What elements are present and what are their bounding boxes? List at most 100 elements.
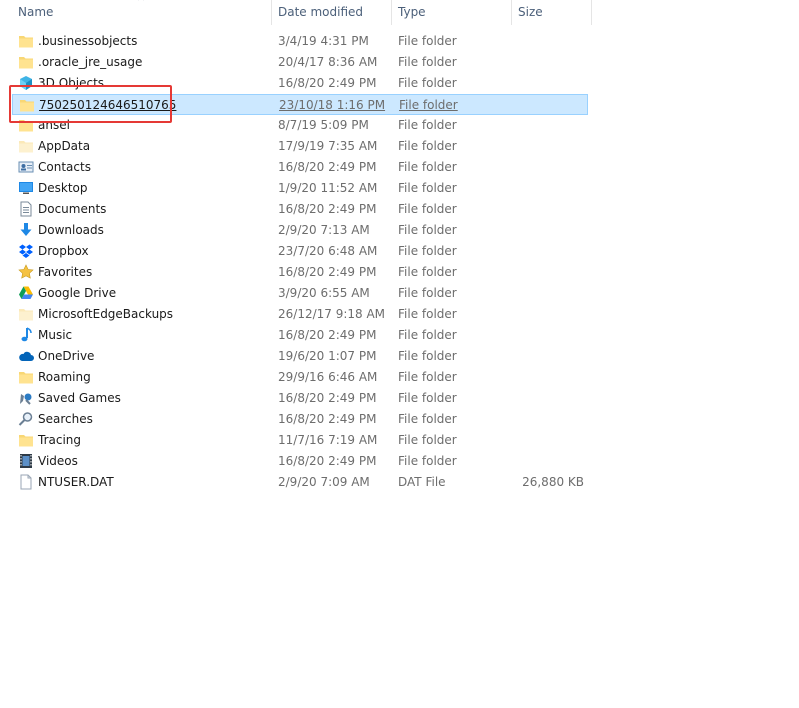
file-date-modified: 3/4/19 4:31 PM: [278, 34, 369, 48]
file-type: DAT File: [398, 475, 446, 489]
file-row[interactable]: Downloads 2/9/20 7:13 AM File folder: [12, 220, 588, 241]
sort-ascending-icon: [138, 0, 144, 1]
file-type: File folder: [398, 286, 457, 300]
file-name: Tracing: [38, 433, 82, 447]
file-name: Documents: [38, 202, 107, 216]
file-name: Contacts: [38, 160, 91, 174]
file-date-modified: 23/7/20 6:48 AM: [278, 244, 378, 258]
file-row[interactable]: Videos 16/8/20 2:49 PM File folder: [12, 451, 588, 472]
file-name: Videos: [38, 454, 78, 468]
column-header-date[interactable]: Date modified: [272, 0, 392, 25]
file-date-modified: 16/8/20 2:49 PM: [278, 76, 377, 90]
onedrive-icon: [19, 351, 34, 361]
file-date-modified: 1/9/20 11:52 AM: [278, 181, 378, 195]
file-name: Desktop: [38, 181, 88, 195]
file-type: File folder: [398, 265, 457, 279]
file-row[interactable]: Favorites 16/8/20 2:49 PM File folder: [12, 262, 588, 283]
dropbox-icon: [19, 244, 33, 258]
folder-hidden-icon: [19, 141, 33, 153]
file-date-modified: 16/8/20 2:49 PM: [278, 454, 377, 468]
file-row[interactable]: Contacts 16/8/20 2:49 PM File folder: [12, 157, 588, 178]
file-type: File folder: [398, 202, 457, 216]
file-date-modified: 2/9/20 7:13 AM: [278, 223, 370, 237]
file-type: File folder: [398, 160, 457, 174]
file-row[interactable]: Google Drive 3/9/20 6:55 AM File folder: [12, 283, 588, 304]
file-date-modified: 19/6/20 1:07 PM: [278, 349, 377, 363]
column-size-label: Size: [518, 5, 543, 19]
file-date-modified: 16/8/20 2:49 PM: [278, 265, 377, 279]
contacts-icon: [18, 161, 34, 173]
file-type: File folder: [398, 307, 457, 321]
music-icon: [21, 327, 32, 342]
column-header-size[interactable]: Size: [512, 0, 592, 25]
file-type: File folder: [398, 433, 457, 447]
file-type: File folder: [398, 349, 457, 363]
file-row[interactable]: .businessobjects 3/4/19 4:31 PM File folde…: [12, 31, 588, 52]
file-date-modified: 16/8/20 2:49 PM: [278, 160, 377, 174]
file-type: File folder: [398, 370, 457, 384]
file-name: Roaming: [38, 370, 91, 384]
file-type: File folder: [398, 328, 457, 342]
file-date-modified: 16/8/20 2:49 PM: [278, 202, 377, 216]
folder-hidden-icon: [19, 309, 33, 321]
file-date-modified: 16/8/20 2:49 PM: [278, 328, 377, 342]
file-date-modified: 16/8/20 2:49 PM: [278, 412, 377, 426]
file-row[interactable]: Saved Games 16/8/20 2:49 PM File folder: [12, 388, 588, 409]
favorites-icon: [18, 264, 34, 279]
file-date-modified: 23/10/18 1:16 PM: [279, 98, 386, 112]
file-date-modified: 11/7/16 7:19 AM: [278, 433, 378, 447]
folder-icon: [19, 435, 33, 447]
file-row[interactable]: Searches 16/8/20 2:49 PM File folder: [12, 409, 588, 430]
downloads-icon: [20, 223, 32, 236]
file-row[interactable]: .oracle_jre_usage 20/4/17 8:36 AM File fol…: [12, 52, 588, 73]
file-date-modified: 20/4/17 8:36 AM: [278, 55, 378, 69]
file-name: Downloads: [38, 223, 104, 237]
file-type: File folder: [398, 412, 457, 426]
file-row[interactable]: Desktop 1/9/20 11:52 AM File folder: [12, 178, 588, 199]
file-type: File folder: [398, 55, 457, 69]
file-row[interactable]: MicrosoftEdgeBackups 26/12/17 9:18 AM File…: [12, 304, 588, 325]
file-name: Music: [38, 328, 73, 342]
file-type: File folder: [398, 454, 457, 468]
column-header-name[interactable]: Name: [12, 0, 272, 25]
file-name: Dropbox: [38, 244, 89, 258]
folder-icon: [19, 36, 33, 48]
file-type: File folder: [398, 391, 457, 405]
file-row[interactable]: OneDrive 19/6/20 1:07 PM File folder: [12, 346, 588, 367]
file-row[interactable]: Documents 16/8/20 2:49 PM File folder: [12, 199, 588, 220]
file-icon: [20, 474, 32, 490]
file-size: 26,880 KB: [522, 475, 584, 489]
desktop-icon: [19, 182, 33, 194]
file-row[interactable]: Dropbox 23/7/20 6:48 AM File folder: [12, 241, 588, 262]
file-name: Google Drive: [38, 286, 117, 300]
google-drive-icon: [19, 286, 33, 299]
file-row[interactable]: Music 16/8/20 2:49 PM File folder: [12, 325, 588, 346]
file-type: File folder: [398, 181, 457, 195]
videos-icon: [20, 454, 32, 468]
file-name: OneDrive: [38, 349, 95, 363]
searches-icon: [18, 412, 33, 426]
file-type: File folder: [398, 139, 457, 153]
folder-icon: [19, 372, 33, 384]
saved-games-icon: [20, 393, 32, 405]
column-header-type[interactable]: Type: [392, 0, 512, 25]
file-date-modified: 17/9/19 7:35 AM: [278, 139, 378, 153]
file-name: NTUSER.DAT: [38, 475, 114, 489]
file-type: File folder: [398, 223, 457, 237]
column-date-label: Date modified: [278, 5, 364, 19]
file-row[interactable]: NTUSER.DAT 2/9/20 7:09 AM DAT File 26,880 K…: [12, 472, 588, 493]
file-type: File folder: [398, 76, 457, 90]
file-row[interactable]: AppData 17/9/19 7:35 AM File folder: [12, 136, 588, 157]
file-name: Searches: [38, 412, 93, 426]
column-name-label: Name: [18, 5, 54, 19]
file-name: AppData: [38, 139, 91, 153]
file-date-modified: 8/7/19 5:09 PM: [278, 118, 369, 132]
file-date-modified: 26/12/17 9:18 AM: [278, 307, 386, 321]
file-type: File folder: [398, 34, 457, 48]
file-name: .businessobjects: [38, 34, 138, 48]
annotation-highlight-box: [9, 85, 172, 123]
file-date-modified: 3/9/20 6:55 AM: [278, 286, 370, 300]
file-row[interactable]: Tracing 11/7/16 7:19 AM File folder: [12, 430, 588, 451]
column-header: Name Date modified Type Size: [0, 0, 592, 25]
file-row[interactable]: Roaming 29/9/16 6:46 AM File folder: [12, 367, 588, 388]
